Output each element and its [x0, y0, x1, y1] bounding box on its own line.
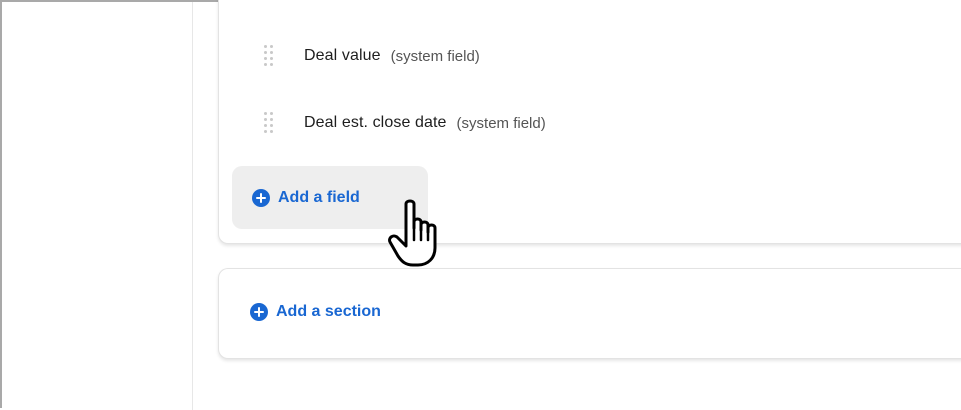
field-name: Deal value	[304, 47, 381, 64]
field-note: (system field)	[390, 47, 480, 65]
field-note: (system field)	[456, 114, 546, 132]
plus-circle-icon	[250, 303, 268, 321]
plus-circle-icon	[252, 188, 270, 207]
drag-handle-icon[interactable]	[264, 45, 274, 67]
add-section-button[interactable]: Add a section	[250, 298, 381, 326]
hand-pointer-icon	[388, 199, 437, 267]
add-section-label: Add a section	[276, 303, 381, 320]
field-row-deal-est-close-date[interactable]: Deal est. close date (system field)	[264, 111, 546, 135]
sidebar-divider	[192, 2, 193, 410]
drag-handle-icon[interactable]	[264, 112, 274, 134]
app-frame: Deal value (system field) Deal est. clos…	[0, 0, 961, 410]
field-row-deal-value[interactable]: Deal value (system field)	[264, 44, 480, 68]
field-name: Deal est. close date	[304, 114, 447, 131]
add-field-label: Add a field	[278, 188, 360, 206]
